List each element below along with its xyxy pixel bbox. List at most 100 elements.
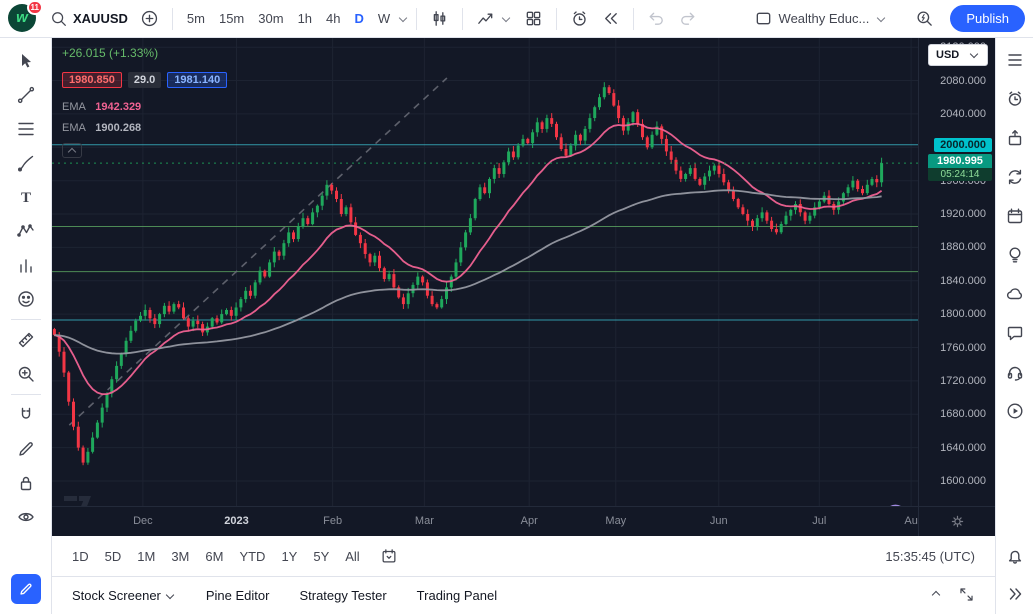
tab-trading-panel[interactable]: Trading Panel xyxy=(417,588,497,603)
legend-collapse-button[interactable] xyxy=(62,143,82,158)
minds-button[interactable] xyxy=(1002,282,1028,306)
alerts-button[interactable] xyxy=(1002,87,1028,111)
tab-stock-screener[interactable]: Stock Screener xyxy=(72,588,176,603)
emoji-icon xyxy=(16,289,36,309)
magnet-icon xyxy=(16,405,36,425)
hotlists-icon xyxy=(1005,167,1025,187)
chevron-up-icon xyxy=(68,148,76,156)
interval-1h[interactable]: 1h xyxy=(291,7,319,30)
user-menu-button[interactable]: w 11 xyxy=(8,4,38,34)
hotlists-button[interactable] xyxy=(1002,165,1028,189)
streams-button[interactable] xyxy=(1002,399,1028,423)
cursor-tool-button[interactable] xyxy=(8,44,44,78)
interval-D[interactable]: D xyxy=(348,7,371,30)
price-tick: 1840.000 xyxy=(940,275,986,287)
brush-icon xyxy=(16,153,36,173)
brush-tool-button[interactable] xyxy=(8,146,44,180)
last-price-value: 1980.995 xyxy=(928,154,992,168)
calendar-button[interactable] xyxy=(1002,204,1028,228)
chat-button[interactable] xyxy=(1002,321,1028,345)
pattern-tool-button[interactable] xyxy=(8,214,44,248)
interval-chevron-down-icon[interactable] xyxy=(399,13,407,21)
templates-button[interactable] xyxy=(518,5,549,32)
drawing-mode-button[interactable] xyxy=(8,432,44,466)
interval-5m[interactable]: 5m xyxy=(180,7,212,30)
support-button[interactable] xyxy=(1002,360,1028,384)
lock-drawings-button[interactable] xyxy=(8,466,44,500)
tab-pine-editor[interactable]: Pine Editor xyxy=(206,588,270,603)
range-1y[interactable]: 1Y xyxy=(273,545,305,568)
time-label-2023: 2023 xyxy=(224,515,248,527)
bar-replay-button[interactable] xyxy=(595,5,626,32)
redo-button[interactable] xyxy=(672,5,703,32)
price-scale[interactable]: USD 2120.0002080.0002040.0002000.0001960… xyxy=(918,38,995,506)
ideas-button[interactable] xyxy=(1002,243,1028,267)
position-qty-badge[interactable]: 29.0 xyxy=(128,72,161,88)
collapse-sidebar-button[interactable] xyxy=(1002,582,1028,606)
hide-drawings-button[interactable] xyxy=(8,500,44,534)
time-label-dec: Dec xyxy=(133,515,153,527)
forecast-icon xyxy=(16,255,36,275)
text-tool-button[interactable]: T xyxy=(8,180,44,214)
range-1m[interactable]: 1M xyxy=(129,545,163,568)
time-scale[interactable]: Dec2023FebMarAprMayJunJulAu xyxy=(52,506,918,536)
emoji-tool-button[interactable] xyxy=(8,282,44,316)
zoom-in-icon xyxy=(16,364,36,384)
range-ytd[interactable]: YTD xyxy=(231,545,273,568)
range-3m[interactable]: 3M xyxy=(163,545,197,568)
forecast-tool-button[interactable] xyxy=(8,248,44,282)
notifications-bell-icon xyxy=(1005,545,1025,565)
tab-strategy-tester[interactable]: Strategy Tester xyxy=(299,588,386,603)
interval-15m[interactable]: 15m xyxy=(212,7,251,30)
position-stop-badge[interactable]: 1980.850 xyxy=(62,72,122,88)
create-alert-button[interactable] xyxy=(564,5,595,32)
undo-button[interactable] xyxy=(641,5,672,32)
currency-dropdown[interactable]: USD xyxy=(928,44,988,66)
range-5d[interactable]: 5D xyxy=(97,545,130,568)
server-clock[interactable]: 15:35:45 (UTC) xyxy=(885,549,983,564)
range-5y[interactable]: 5Y xyxy=(305,545,337,568)
compare-add-button[interactable] xyxy=(134,5,165,32)
quick-search-button[interactable] xyxy=(909,5,940,32)
ema-slow-value: 1900.268 xyxy=(95,122,141,134)
interval-30m[interactable]: 30m xyxy=(251,7,290,30)
magnet-mode-button[interactable] xyxy=(8,398,44,432)
toolbar-separator xyxy=(462,8,463,30)
position-target-badge[interactable]: 1981.140 xyxy=(167,72,227,88)
save-layout-button[interactable]: Wealthy Educ... xyxy=(754,9,888,28)
publish-button[interactable]: Publish xyxy=(950,5,1025,32)
object-tree-button[interactable] xyxy=(1002,126,1028,150)
chevron-down-icon xyxy=(502,13,510,21)
fib-tool-button[interactable] xyxy=(8,112,44,146)
range-1d[interactable]: 1D xyxy=(64,545,97,568)
chevron-down-icon xyxy=(166,590,174,598)
candlestick-plot[interactable]: +26.015 (+1.33%) 1980.850 29.0 1981.140 … xyxy=(52,38,918,506)
interval-4h[interactable]: 4h xyxy=(319,7,347,30)
chart-style-button[interactable] xyxy=(424,5,455,32)
trend-line-tool-button[interactable] xyxy=(8,78,44,112)
gear-icon xyxy=(949,513,966,530)
panel-collapse-button[interactable] xyxy=(930,588,942,603)
ideas-icon xyxy=(1005,245,1025,265)
symbol-search-button[interactable]: XAUUSD xyxy=(44,6,134,32)
right-sidebar xyxy=(995,38,1033,614)
price-level-badge: 2000.000 xyxy=(934,138,992,152)
notifications-button[interactable] xyxy=(1002,543,1028,567)
time-label-au: Au xyxy=(904,515,917,527)
chevron-down-icon xyxy=(877,13,885,21)
scale-settings-corner[interactable] xyxy=(918,506,995,536)
interval-W[interactable]: W xyxy=(371,7,397,30)
drawings-panel-toggle[interactable] xyxy=(11,574,41,604)
range-all[interactable]: All xyxy=(337,545,367,568)
go-to-date-button[interactable] xyxy=(374,543,404,569)
redo-icon xyxy=(678,9,697,28)
watchlist-button[interactable] xyxy=(1002,48,1028,72)
panel-maximize-button[interactable] xyxy=(958,586,975,606)
zoom-tool-button[interactable] xyxy=(8,357,44,391)
time-label-may: May xyxy=(605,515,626,527)
toolbar-separator xyxy=(556,8,557,30)
ema-fast-value: 1942.329 xyxy=(95,101,141,113)
measure-tool-button[interactable] xyxy=(8,323,44,357)
indicators-button[interactable] xyxy=(470,5,518,32)
range-6m[interactable]: 6M xyxy=(197,545,231,568)
